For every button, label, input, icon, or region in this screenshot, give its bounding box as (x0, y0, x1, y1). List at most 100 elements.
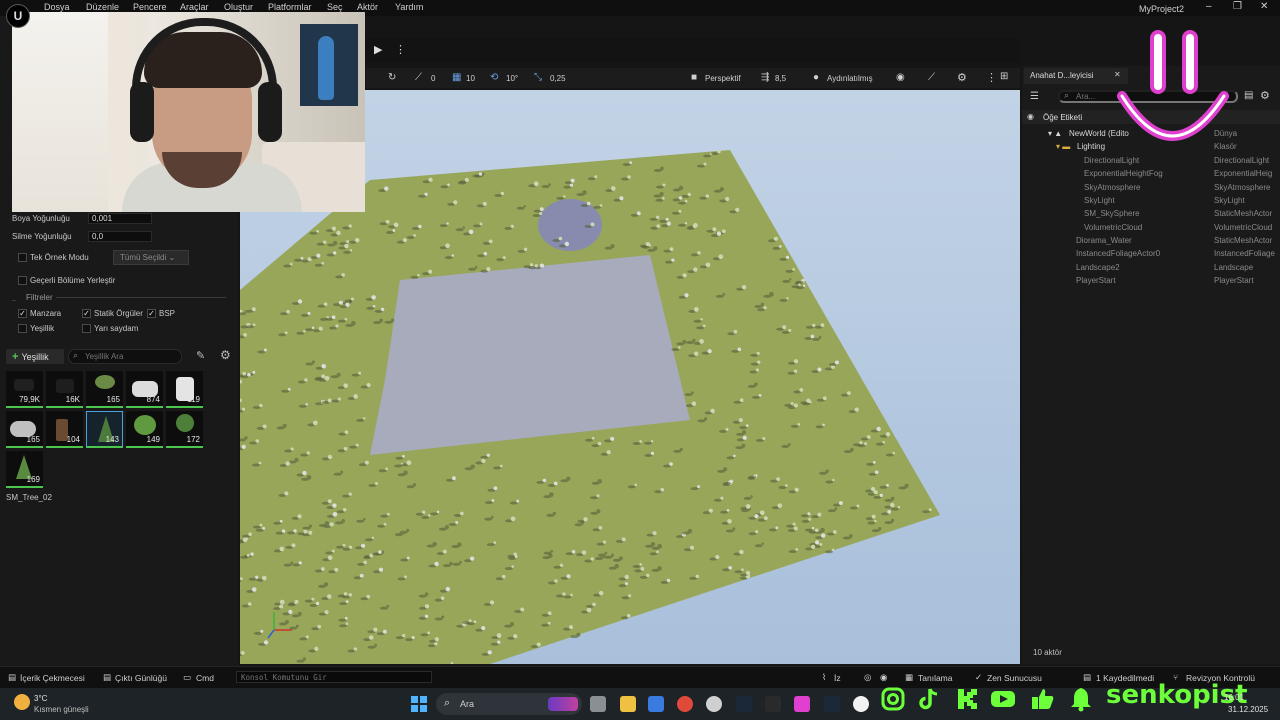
foliage-tile[interactable]: 165 (6, 411, 43, 448)
foliage-tile[interactable]: 149 (126, 411, 163, 448)
zen-server-button[interactable]: Zen Sunucusu (987, 673, 1042, 683)
menu-window[interactable]: Pencere (133, 2, 167, 12)
outliner-row[interactable]: SkyLight SkyLight (1022, 194, 1280, 207)
record-icon[interactable]: ◎ (864, 672, 871, 683)
close-icon[interactable]: ✕ (1260, 1, 1268, 12)
paint-density-field[interactable]: 0,001 (88, 213, 152, 224)
weather-desc[interactable]: Kısmen güneşli (34, 705, 89, 714)
visibility-eye-icon[interactable]: ◉ (1027, 112, 1034, 121)
play-icon[interactable]: ▶ (374, 43, 382, 56)
outliner-row[interactable]: InstancedFoliageActor0 InstancedFoliage (1022, 247, 1280, 260)
filter-foliage-checkbox[interactable] (18, 324, 27, 333)
outliner-row[interactable]: Diorama_Water StaticMeshActor (1022, 234, 1280, 247)
show-flags-icon[interactable]: ◉ (896, 72, 905, 83)
more-options-icon[interactable]: ⋮ (395, 43, 406, 56)
single-instance-dropdown[interactable]: Tümü Seçildi ⌄ (113, 250, 189, 265)
angle-snap-icon[interactable]: ⟲ (490, 72, 498, 83)
cmd-dropdown[interactable]: Cmd (196, 673, 214, 683)
unreal-logo-icon[interactable]: U (6, 4, 30, 28)
minimize-icon[interactable]: – (1206, 1, 1212, 12)
foliage-search-input[interactable] (68, 349, 182, 364)
grid-snap-value[interactable]: 10 (466, 74, 475, 83)
menu-build[interactable]: Oluştur (224, 2, 253, 12)
foliage-tile[interactable]: 119 (166, 371, 203, 408)
clock-date[interactable]: 31.12.2025 (1228, 705, 1268, 714)
lighting-mode-dropdown[interactable]: Aydınlatılmış (827, 74, 873, 83)
outliner-row[interactable]: ExponentialHeightFog ExponentialHeig (1022, 167, 1280, 180)
weather-temp[interactable]: 3°C (34, 694, 47, 703)
foliage-tile[interactable]: 16K (46, 371, 83, 408)
foliage-tile[interactable]: 79,9K (6, 371, 43, 408)
add-folder-icon[interactable]: ▤ (1244, 90, 1253, 101)
unreal-taskbar-icon[interactable] (853, 696, 869, 712)
menu-help[interactable]: Yardım (395, 2, 423, 12)
scale-snap-value[interactable]: 0,25 (550, 74, 566, 83)
menu-select[interactable]: Seç (327, 2, 343, 12)
file-explorer-icon[interactable] (620, 696, 636, 712)
realtime-icon[interactable]: ⟋ (928, 72, 935, 83)
foliage-tile[interactable]: 172 (166, 411, 203, 448)
weather-sun-icon[interactable] (14, 694, 30, 710)
more-icon[interactable]: ⋮ (986, 71, 997, 84)
camera-speed-value[interactable]: 8,5 (775, 74, 786, 83)
view-mode-dropdown[interactable]: Perspektif (705, 74, 741, 83)
search-highlight-icon[interactable] (548, 697, 578, 711)
steam-icon[interactable] (736, 696, 752, 712)
outliner-row[interactable]: VolumetricCloud VolumetricCloud (1022, 221, 1280, 234)
erase-density-field[interactable]: 0,0 (88, 231, 152, 242)
foliage-tile[interactable]: 165 (86, 371, 123, 408)
windows-start-icon[interactable] (411, 696, 427, 712)
filter-bsp-checkbox[interactable]: ✓ (147, 309, 156, 318)
app-pink-icon[interactable] (794, 696, 810, 712)
trace-button[interactable]: İz (834, 673, 841, 683)
steam-icon-2[interactable] (824, 696, 840, 712)
chrome-icon[interactable] (677, 696, 693, 712)
row-type: InstancedFoliage (1214, 249, 1275, 258)
foliage-tile[interactable]: 104 (46, 411, 83, 448)
outliner-row[interactable]: SkyAtmosphere SkyAtmosphere (1022, 181, 1280, 194)
maximize-icon[interactable]: ❐ (1233, 1, 1242, 12)
paint-brush-icon[interactable]: ✎ (196, 349, 205, 362)
foliage-tile[interactable]: 169 (6, 451, 43, 488)
filter-landscape-checkbox[interactable]: ✓ (18, 309, 27, 318)
foliage-tile[interactable]: 874 (126, 371, 163, 408)
menu-edit[interactable]: Düzenle (86, 2, 119, 12)
menu-platforms[interactable]: Platformlar (268, 2, 312, 12)
settings-icon[interactable]: ⚙ (957, 71, 967, 84)
surface-snap-icon[interactable]: ⟋ (415, 72, 422, 83)
derived-data-button[interactable]: Tanılama (918, 673, 953, 683)
gear-icon[interactable]: ⚙ (1260, 89, 1270, 102)
tile-count: 16K (65, 395, 80, 404)
output-log-button[interactable]: Çıktı Günlüğü (115, 673, 167, 683)
layout-icon[interactable]: ⊞ (1000, 71, 1008, 82)
content-drawer-button[interactable]: İçerik Çekmecesi (20, 673, 85, 683)
console-command-input[interactable] (236, 671, 432, 683)
filter-static-mesh-checkbox[interactable]: ✓ (82, 309, 91, 318)
menu-actor[interactable]: Aktör (357, 2, 378, 12)
menu-tools[interactable]: Araçlar (180, 2, 209, 12)
menu-file[interactable]: Dosya (44, 2, 70, 12)
foliage-tile-selected[interactable]: 143 (86, 411, 123, 448)
store-icon[interactable] (648, 696, 664, 712)
gear-icon[interactable]: ⚙ (220, 348, 231, 362)
outliner-row[interactable]: PlayerStart PlayerStart (1022, 274, 1280, 287)
angle-snap-value[interactable]: 10° (506, 74, 518, 83)
filter-translucent-checkbox[interactable] (82, 324, 91, 333)
surface-snap-value[interactable]: 0 (431, 74, 435, 83)
rotate-icon[interactable]: ↻ (388, 72, 396, 83)
epic-games-icon[interactable] (765, 696, 781, 712)
content-drawer-icon: ▤ (8, 672, 17, 682)
filters-divider-left (12, 300, 16, 301)
task-view-icon[interactable] (590, 696, 606, 712)
add-foliage-button[interactable]: + Yeşillik (6, 349, 64, 364)
broadcast-icon[interactable]: ◉ (880, 672, 887, 683)
outliner-row[interactable]: Landscape2 Landscape (1022, 261, 1280, 274)
github-icon[interactable] (706, 696, 722, 712)
grid-snap-icon[interactable]: ▦ (452, 72, 461, 83)
single-instance-checkbox[interactable] (18, 253, 27, 262)
scale-snap-icon[interactable]: ⤡ (534, 72, 542, 83)
place-in-level-checkbox[interactable] (18, 276, 27, 285)
clock-time[interactable]: 16:01 (1224, 693, 1244, 702)
outliner-row[interactable]: SM_SkySphere StaticMeshActor (1022, 207, 1280, 220)
filter-icon[interactable]: ☰ (1030, 91, 1039, 102)
